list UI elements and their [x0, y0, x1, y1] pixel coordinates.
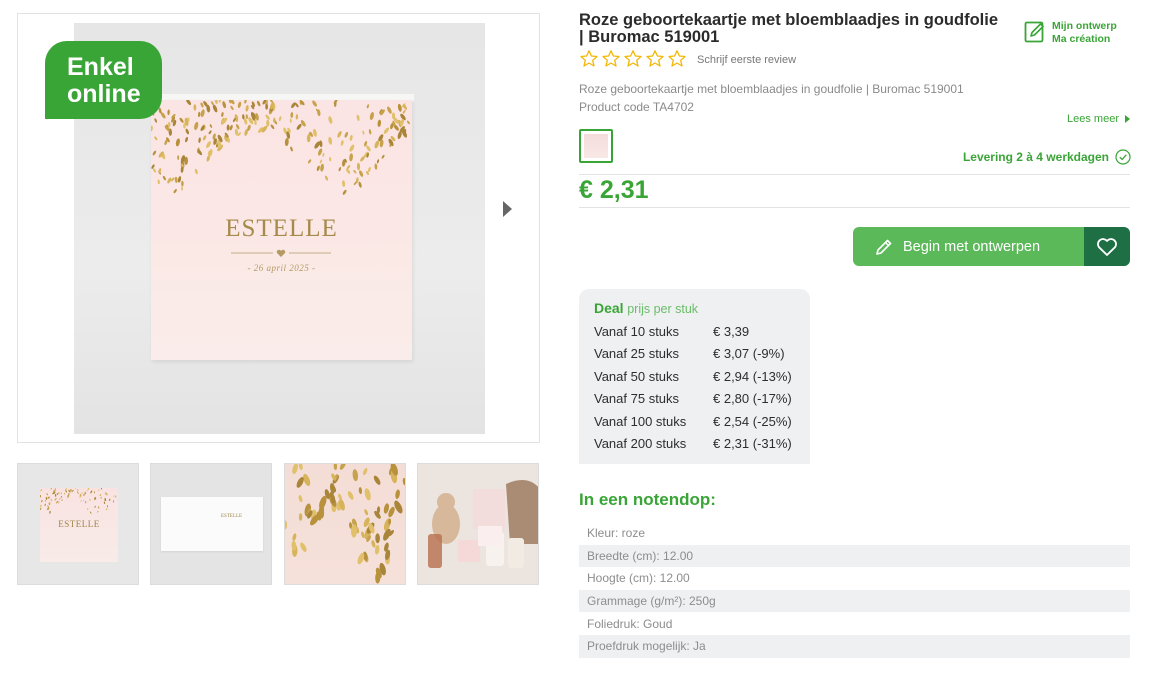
deal-subtitle: prijs per stuk	[627, 302, 699, 316]
deal-price: € 3,07 (-9%)	[713, 346, 785, 362]
caret-right-icon	[1125, 115, 1130, 123]
thumbnail-3[interactable]	[284, 463, 406, 585]
my-design-button[interactable]: Mijn ontwerp Ma création	[1024, 20, 1134, 46]
deal-title: Deal	[594, 300, 624, 316]
specs-list: Kleur: roze Breedte (cm): 12.00 Hoogte (cm…	[579, 522, 1130, 658]
deal-quantity: Vanaf 100 stuks	[594, 413, 687, 429]
spec-row: Hoogte (cm): 12.00	[587, 571, 690, 586]
deal-row: Vanaf 25 stuks € 3,07 (-9%)	[594, 343, 795, 366]
deal-row: Vanaf 75 stuks € 2,80 (-17%)	[594, 388, 795, 411]
thumbnail-open-card-name: ESTELLE	[221, 514, 243, 519]
badge-line-2: online	[67, 80, 141, 108]
check-circle-icon	[1115, 149, 1131, 165]
read-more-link[interactable]: Lees meer	[1067, 113, 1130, 125]
card-front: ESTELLE - 26 april 2025 -	[151, 100, 412, 360]
deal-row: Vanaf 10 stuks € 3,39	[594, 320, 795, 343]
pencil-icon	[876, 239, 892, 255]
deal-quantity: Vanaf 75 stuks	[594, 391, 680, 407]
deal-header: Deal prijs per stuk	[594, 300, 795, 316]
read-more-label: Lees meer	[1067, 113, 1119, 125]
delivery-info: Levering 2 à 4 werkdagen	[963, 149, 1131, 165]
deal-quantity: Vanaf 200 stuks	[594, 436, 687, 452]
card-heart-divider	[231, 249, 331, 257]
deal-price: € 2,54 (-25%)	[713, 413, 792, 429]
spec-row: Breedte (cm): 12.00	[579, 544, 1130, 568]
deal-rows: Vanaf 10 stuks € 3,39 Vanaf 25 stuks € 3,07…	[594, 320, 795, 455]
lifestyle-photo	[418, 464, 538, 584]
deal-row: Vanaf 200 stuks € 2,31 (-31%)	[594, 433, 795, 456]
heart-outline-icon	[1097, 237, 1117, 256]
gold-leaves-illustration	[151, 100, 410, 195]
spec-row: Foliedruk: Goud	[587, 616, 673, 631]
deal-quantity: Vanaf 25 stuks	[594, 346, 680, 362]
main-image-frame[interactable]: ESTELLE - 26 april 2025 - Enkel online	[17, 13, 540, 443]
deal-price-table: Deal prijs per stuk Vanaf 10 stuks € 3,39…	[579, 289, 810, 464]
thumbnail-open-card: ESTELLE	[161, 497, 263, 551]
thumbnail-1[interactable]: ESTELLE	[17, 463, 139, 585]
favorite-button[interactable]	[1084, 227, 1130, 266]
product-code: Product code TA4702	[579, 100, 694, 114]
deal-price: € 3,39	[713, 323, 750, 339]
edit-document-icon	[1024, 21, 1044, 43]
my-design-label-nl: Mijn ontwerp	[1052, 20, 1117, 32]
star-outline-icon[interactable]	[667, 49, 687, 69]
write-review-link[interactable]: Schrijf eerste review	[697, 54, 796, 66]
thumbnail-4[interactable]	[417, 463, 539, 585]
start-design-label: Begin met ontwerpen	[903, 238, 1041, 255]
spec-row: Grammage (g/m²): 250g	[579, 589, 1130, 613]
my-design-label-fr: Ma création	[1052, 32, 1111, 45]
deal-row: Vanaf 100 stuks € 2,54 (-25%)	[594, 410, 795, 433]
my-design-label: Mijn ontwerp Ma création	[1052, 20, 1117, 45]
gold-leaves-closeup	[285, 464, 405, 584]
divider	[579, 207, 1130, 208]
online-only-badge: Enkel online	[45, 41, 162, 119]
deal-row: Vanaf 50 stuks € 2,94 (-13%)	[594, 365, 795, 388]
spec-row: Proefdruk mogelijk: Ja	[579, 634, 1130, 658]
thumbnail-card-name: ESTELLE	[58, 519, 100, 529]
star-outline-icon[interactable]	[579, 49, 599, 69]
star-outline-icon[interactable]	[601, 49, 621, 69]
spec-row: Kleur: roze	[587, 526, 646, 541]
thumbnail-strip: ESTELLE ESTELLE	[17, 463, 540, 585]
start-design-button[interactable]: Begin met ontwerpen	[853, 227, 1084, 266]
deal-price: € 2,31 (-31%)	[713, 436, 792, 452]
product-description: Roze geboortekaartje met bloemblaadjes i…	[579, 80, 964, 116]
divider	[579, 174, 1130, 175]
card-name-text: ESTELLE	[225, 215, 338, 242]
description-text: Roze geboortekaartje met bloemblaadjes i…	[579, 82, 964, 96]
specs-heading: In een notendop:	[579, 490, 716, 509]
chevron-right-icon[interactable]	[503, 201, 512, 217]
deal-price: € 2,80 (-17%)	[713, 391, 792, 407]
badge-line-1: Enkel	[67, 53, 134, 81]
card-date-text: - 26 april 2025 -	[247, 263, 316, 273]
star-outline-icon[interactable]	[623, 49, 643, 69]
product-price: € 2,31	[579, 176, 649, 204]
star-outline-icon[interactable]	[645, 49, 665, 69]
gold-leaves-illustration	[39, 487, 117, 514]
product-title: Roze geboortekaartje met bloemblaadjes i…	[579, 11, 998, 46]
thumbnail-card: ESTELLE	[39, 487, 118, 562]
color-swatch-pink[interactable]	[579, 129, 613, 163]
deal-quantity: Vanaf 50 stuks	[594, 368, 680, 384]
thumbnail-2[interactable]: ESTELLE	[150, 463, 272, 585]
deal-quantity: Vanaf 10 stuks	[594, 323, 680, 339]
delivery-text: Levering 2 à 4 werkdagen	[962, 150, 1109, 164]
deal-price: € 2,94 (-13%)	[713, 368, 792, 384]
rating-stars[interactable]	[579, 49, 687, 69]
swatch-preview	[584, 134, 608, 158]
